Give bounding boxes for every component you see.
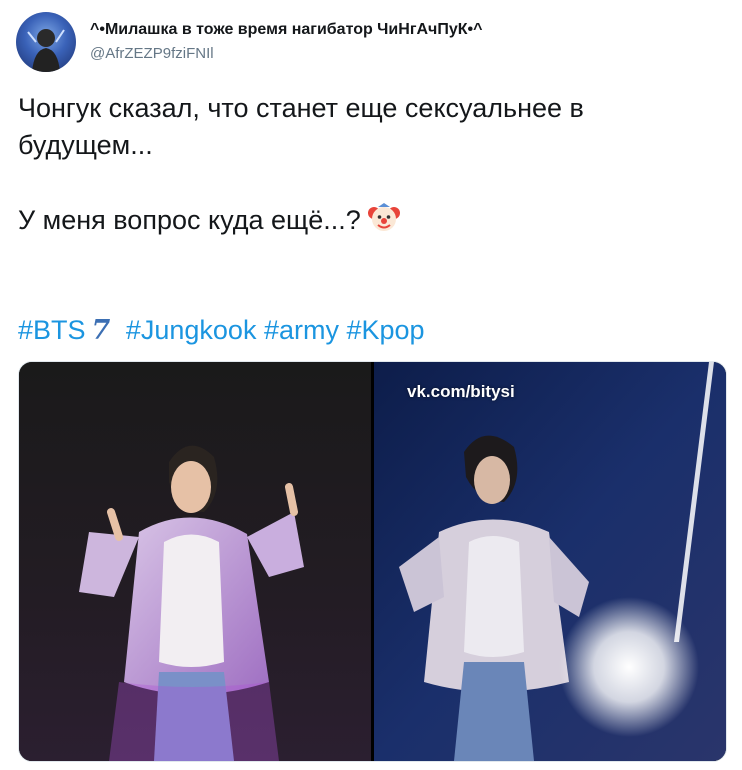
hashtag-army[interactable]: #army (264, 315, 339, 345)
bts-hashtag-emoji-icon: 7 (91, 315, 111, 346)
display-name[interactable]: ^•Милашка в тоже время нагибатор ЧиНгАчП… (90, 21, 482, 39)
tweet-text-line-3: У меня вопрос куда ещё...? (18, 201, 401, 245)
performer-photo-right[interactable]: vk.com/bitysi (374, 362, 726, 761)
tweet-text-line-1: Чонгук сказал, что станет еще сексуальне… (18, 93, 584, 123)
performer-photo-left[interactable] (19, 362, 371, 761)
avatar[interactable] (16, 12, 76, 72)
hashtag-kpop[interactable]: #Kpop (347, 315, 425, 345)
tweet: ^•Милашка в тоже время нагибатор ЧиНгАчП… (0, 0, 742, 770)
hashtag-jungkook[interactable]: #Jungkook (126, 315, 257, 345)
tweet-header: ^•Милашка в тоже время нагибатор ЧиНгАчП… (16, 8, 716, 72)
clown-face-icon (367, 201, 401, 245)
tweet-text-line-2: будущем... (18, 130, 153, 160)
user-handle[interactable]: @AfrZEZP9fziFNIl (90, 45, 214, 62)
tweet-media: vk.com/bitysi (18, 361, 727, 762)
hashtag-row: #BTS 7 #Jungkook #army #Kpop (18, 312, 425, 349)
hashtag-bts[interactable]: #BTS (18, 315, 86, 345)
tweet-question-text: У меня вопрос куда ещё...? (18, 205, 361, 235)
photo-watermark: vk.com/bitysi (407, 382, 515, 401)
